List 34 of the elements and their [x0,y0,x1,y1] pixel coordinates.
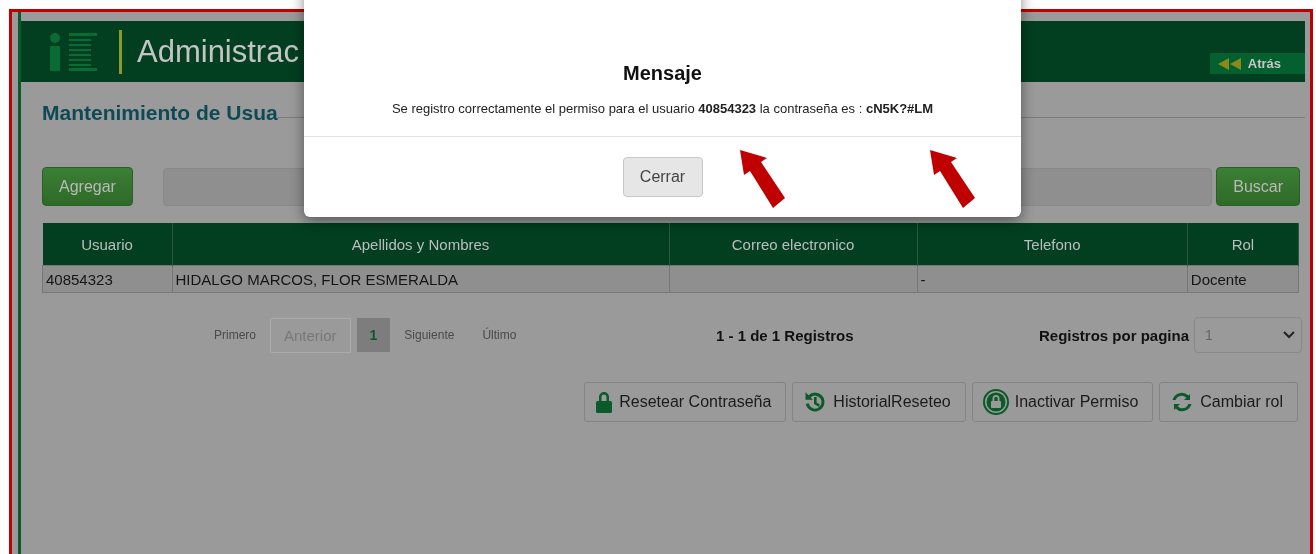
padlock-circle-icon [982,389,1009,415]
column-header: Apellidos y Nombres [172,223,670,266]
column-header: Telefono [917,223,1188,266]
logo-icon [49,32,97,71]
column-header: Correo electronico [669,223,917,266]
dialog-title: Mensaje [622,62,703,85]
double-left-arrow-icon [1217,57,1242,70]
column-header: Rol [1187,223,1299,266]
close-button[interactable]: Cerrar [622,157,703,197]
dialog-message: Se registro correctamente el permiso para el usuario 40854323 la contraseña es : cN5K?#LM [390,101,935,116]
action-button[interactable]: Inactivar Permiso [971,382,1154,422]
annotation-arrow [740,150,786,208]
chevron-down-icon [1283,331,1295,339]
per-page-label: Registros por pagina [1038,326,1189,344]
table-cell: - [917,265,1188,293]
next-page-link[interactable]: Siguiente [390,328,469,342]
annotation-arrow [930,150,976,208]
app-title: Administrac [137,33,299,70]
page-title: Mantenimiento de Usua [42,101,278,125]
table-cell: Docente [1187,265,1299,293]
action-button[interactable]: HistorialReseteo [792,382,966,422]
last-page-link[interactable]: Último [468,328,531,342]
action-button[interactable]: Cambiar rol [1159,382,1298,422]
first-page-link[interactable]: Primero [200,328,270,342]
search-button[interactable]: Buscar [1216,167,1300,206]
table-cell: HIDALGO MARCOS, FLOR ESMERALDA [172,265,670,293]
padlock-icon [595,391,614,413]
action-button[interactable]: Resetear Contraseña [584,382,787,422]
column-header: Usuario [42,223,172,266]
back-link[interactable]: Atrás [1209,53,1305,74]
add-button[interactable]: Agregar [42,167,133,206]
page-button[interactable]: 1 [356,318,391,352]
records-summary: 1 - 1 de 1 Registros [716,326,855,344]
table-cell: 40854323 [42,265,172,293]
